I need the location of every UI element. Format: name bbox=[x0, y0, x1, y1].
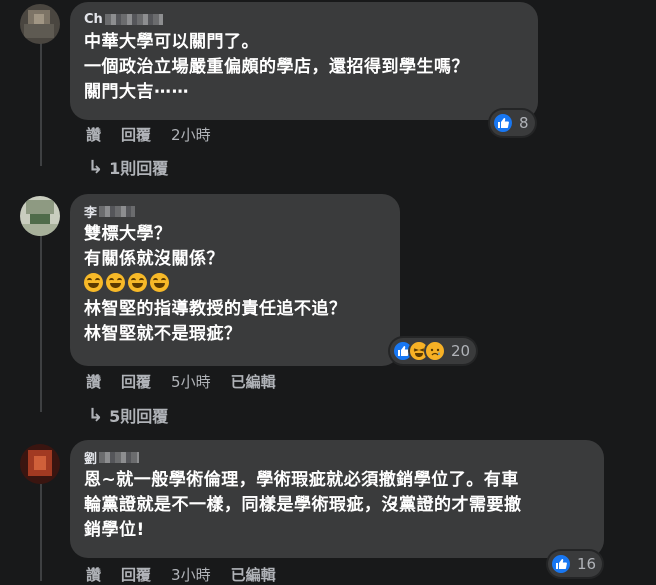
view-replies[interactable]: ↳ 1則回覆 bbox=[88, 155, 168, 179]
name-redaction bbox=[99, 205, 136, 217]
author-name-text[interactable]: 劉 bbox=[84, 448, 97, 467]
like-button[interactable]: 讚 bbox=[86, 124, 101, 145]
comment-line: 恩~就一般學術倫理，學術瑕疵就必須撤銷學位了。有車 bbox=[84, 470, 519, 490]
comment-text: 恩~就一般學術倫理，學術瑕疵就必須撤銷學位了。有車 輪黨證就是不一樣，同樣是學術… bbox=[84, 468, 592, 543]
comment-bubble: Ch 中華大學可以關門了。 一個政治立場嚴重偏頗的學店，還招得到學生嗎？ 關門大… bbox=[70, 2, 538, 120]
thread-line bbox=[40, 236, 42, 412]
reaction-summary[interactable]: 8 bbox=[490, 110, 535, 136]
avatar[interactable] bbox=[20, 196, 60, 236]
emoji-line bbox=[84, 272, 388, 297]
reaction-count: 20 bbox=[451, 342, 471, 360]
rofl-emoji-icon bbox=[106, 273, 125, 292]
comment-text: 雙標大學？ 有關係就沒關係？ 林智堅的指導教授的責任追不追？ 林智堅就不是瑕疵？ bbox=[84, 222, 388, 347]
comment-line: 林智堅就不是瑕疵？ bbox=[84, 324, 242, 344]
reaction-summary[interactable]: 16 bbox=[548, 551, 603, 577]
edited-label[interactable]: 已編輯 bbox=[231, 371, 276, 392]
name-redaction bbox=[104, 13, 163, 25]
comment-line: 有關係就沒關係？ bbox=[84, 249, 224, 269]
avatar[interactable] bbox=[20, 4, 60, 44]
name-redaction bbox=[99, 451, 140, 463]
timestamp[interactable]: 2小時 bbox=[171, 124, 211, 145]
comment-line: 雙標大學？ bbox=[84, 224, 172, 244]
rofl-emoji-icon bbox=[128, 273, 147, 292]
replies-label[interactable]: 5則回覆 bbox=[109, 403, 168, 427]
rofl-emoji-icon bbox=[150, 273, 169, 292]
timestamp[interactable]: 5小時 bbox=[171, 371, 211, 392]
view-replies[interactable]: ↳ 5則回覆 bbox=[88, 403, 168, 427]
avatar[interactable] bbox=[20, 444, 60, 484]
reaction-count: 16 bbox=[577, 555, 597, 573]
reply-arrow-icon: ↳ bbox=[88, 156, 104, 178]
comment-bubble: 劉 恩~就一般學術倫理，學術瑕疵就必須撤銷學位了。有車 輪黨證就是不一樣，同樣是… bbox=[70, 440, 604, 558]
thread-line bbox=[40, 42, 42, 166]
reaction-summary[interactable]: 20 bbox=[390, 338, 477, 364]
like-button[interactable]: 讚 bbox=[86, 371, 101, 392]
comment-line: 輪黨證就是不一樣，同樣是學術瑕疵，沒黨證的才需要撤 bbox=[84, 495, 522, 515]
comment-line: 一個政治立場嚴重偏頗的學店，還招得到學生嗎？ bbox=[84, 57, 469, 77]
comment-line: 中華大學可以關門了。 bbox=[84, 32, 259, 52]
reaction-count: 8 bbox=[519, 114, 529, 132]
author-name[interactable]: 李 bbox=[84, 202, 388, 221]
reply-button[interactable]: 回覆 bbox=[121, 564, 151, 585]
edited-label[interactable]: 已編輯 bbox=[231, 564, 276, 585]
thumbs-up-icon bbox=[550, 553, 572, 575]
comment-line: 關門大吉⋯⋯ bbox=[84, 82, 189, 102]
author-name[interactable]: 劉 bbox=[84, 448, 592, 467]
comment-text: 中華大學可以關門了。 一個政治立場嚴重偏頗的學店，還招得到學生嗎？ 關門大吉⋯⋯ bbox=[84, 30, 526, 105]
comment-actions: 讚 回覆 5小時 已編輯 bbox=[86, 371, 296, 392]
reply-button[interactable]: 回覆 bbox=[121, 371, 151, 392]
rofl-emoji-icon bbox=[84, 273, 103, 292]
crying-emoji-icon bbox=[424, 340, 446, 362]
replies-label[interactable]: 1則回覆 bbox=[109, 155, 168, 179]
reply-arrow-icon: ↳ bbox=[88, 404, 104, 426]
comment-line: 林智堅的指導教授的責任追不追？ bbox=[84, 299, 347, 319]
thread-line bbox=[40, 484, 42, 581]
comment-actions: 讚 回覆 2小時 bbox=[86, 124, 231, 145]
author-name[interactable]: Ch bbox=[84, 10, 526, 28]
author-name-text[interactable]: Ch bbox=[84, 12, 103, 27]
comment-actions: 讚 回覆 3小時 已編輯 bbox=[86, 564, 296, 585]
comment-bubble: 李 雙標大學？ 有關係就沒關係？ 林智堅的指導教授的責任追不追？ 林智堅就不是瑕… bbox=[70, 194, 400, 366]
like-button[interactable]: 讚 bbox=[86, 564, 101, 585]
reply-button[interactable]: 回覆 bbox=[121, 124, 151, 145]
timestamp[interactable]: 3小時 bbox=[171, 564, 211, 585]
thumbs-up-icon bbox=[492, 112, 514, 134]
author-name-text[interactable]: 李 bbox=[84, 202, 97, 221]
comment-line: 銷學位! bbox=[84, 520, 145, 540]
